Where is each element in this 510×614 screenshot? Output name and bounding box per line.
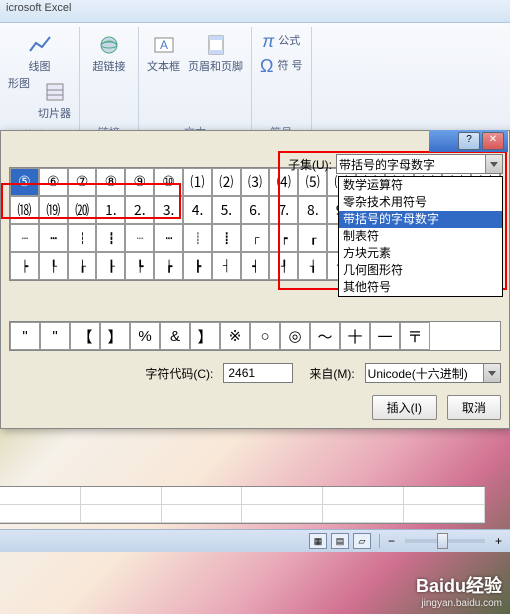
subset-listbox: 数学运算符 零杂技术用符号 带括号的字母数字 制表符 方块元素 几何图形符 其他… bbox=[338, 176, 503, 297]
from-label: 来自(M): bbox=[309, 365, 354, 382]
equation-button[interactable]: π公式 bbox=[258, 29, 304, 54]
recent-symbol-cell[interactable]: 十 bbox=[340, 322, 370, 350]
chevron-down-icon[interactable] bbox=[485, 155, 502, 173]
view-normal-icon[interactable]: ▦ bbox=[309, 533, 327, 549]
sparkline-line-button[interactable]: 线图 bbox=[22, 29, 58, 76]
symbol-cell[interactable]: ┝ bbox=[10, 252, 39, 280]
from-combo[interactable]: Unicode(十六进制) bbox=[365, 363, 501, 383]
symbol-cell[interactable]: ┈ bbox=[125, 224, 154, 252]
recent-symbol-cell[interactable]: ○ bbox=[250, 322, 280, 350]
worksheet[interactable] bbox=[0, 486, 485, 524]
symbol-button[interactable]: Ω符 号 bbox=[256, 54, 307, 79]
cancel-button[interactable]: 取消 bbox=[447, 395, 501, 420]
symbol-cell[interactable]: ⑴ bbox=[183, 168, 212, 196]
code-field[interactable]: 2461 bbox=[223, 363, 293, 383]
zoom-minus[interactable]: − bbox=[388, 534, 395, 548]
recent-symbol-cell[interactable]: " bbox=[10, 322, 40, 350]
symbol-cell[interactable]: ┊ bbox=[183, 224, 212, 252]
chevron-down-icon[interactable] bbox=[483, 364, 500, 382]
line-chart-icon bbox=[26, 31, 54, 59]
symbol-cell[interactable]: ⑵ bbox=[212, 168, 241, 196]
symbol-cell[interactable]: ⑶ bbox=[241, 168, 270, 196]
code-label: 字符代码(C): bbox=[145, 365, 213, 382]
status-bar: ▦ ▤ ▱ − + bbox=[0, 529, 510, 552]
subset-option[interactable]: 方块元素 bbox=[339, 245, 502, 262]
pi-icon: π bbox=[262, 31, 274, 52]
slicer-button[interactable]: 切片器 bbox=[34, 76, 75, 123]
subset-option[interactable]: 几何图形符 bbox=[339, 262, 502, 279]
symbol-cell[interactable]: ┢ bbox=[154, 252, 183, 280]
subset-label: 子集(U): bbox=[288, 156, 332, 173]
dialog-titlebar: ? ✕ bbox=[429, 130, 508, 152]
symbol-cell[interactable]: ┅ bbox=[39, 224, 68, 252]
zoom-slider[interactable] bbox=[405, 539, 485, 543]
slicer-icon bbox=[41, 78, 69, 106]
subset-option[interactable]: 其他符号 bbox=[339, 279, 502, 296]
omega-icon: Ω bbox=[260, 56, 273, 77]
symbol-cell[interactable]: ┋ bbox=[212, 224, 241, 252]
symbol-cell[interactable]: ┤ bbox=[212, 252, 241, 280]
header-footer-button[interactable]: 页眉和页脚 bbox=[184, 29, 247, 76]
textbox-icon: A bbox=[150, 31, 178, 59]
subset-combo[interactable]: 带括号的字母数字 bbox=[336, 154, 503, 174]
subset-option[interactable]: 带括号的字母数字 bbox=[339, 211, 502, 228]
help-button[interactable]: ? bbox=[458, 132, 480, 150]
recent-symbol-cell[interactable]: ◎ bbox=[280, 322, 310, 350]
zoom-plus[interactable]: + bbox=[495, 534, 502, 548]
recent-symbol-cell[interactable]: 】 bbox=[100, 322, 130, 350]
hyperlink-icon bbox=[95, 31, 123, 59]
header-footer-icon bbox=[202, 31, 230, 59]
symbol-cell[interactable]: ┄ bbox=[10, 224, 39, 252]
watermark: Baidu经验 jingyan.baidu.com bbox=[416, 572, 502, 609]
recent-symbol-cell[interactable]: & bbox=[160, 322, 190, 350]
annotation-circled bbox=[1, 183, 181, 219]
recent-symbol-cell[interactable]: ～ bbox=[310, 322, 340, 350]
sparkline-bar-button[interactable]: 形图 bbox=[4, 76, 34, 123]
symbol-cell[interactable]: ┡ bbox=[125, 252, 154, 280]
symbol-cell[interactable]: ⒍ bbox=[241, 196, 270, 224]
symbol-cell[interactable]: ⒋ bbox=[183, 196, 212, 224]
ribbon: 线图 形图 切片器 筛选器 超链接 链接 A文本框 页眉和页脚 文本 π公式 Ω… bbox=[0, 23, 510, 147]
symbol-cell[interactable]: ┌ bbox=[241, 224, 270, 252]
app-titlebar: icrosoft Excel bbox=[0, 0, 510, 23]
hyperlink-button[interactable]: 超链接 bbox=[89, 29, 130, 76]
symbol-cell[interactable]: ┆ bbox=[68, 224, 97, 252]
symbol-cell[interactable]: ┥ bbox=[241, 252, 270, 280]
symbol-cell[interactable]: ┞ bbox=[39, 252, 68, 280]
symbol-cell[interactable]: ┉ bbox=[154, 224, 183, 252]
symbol-cell[interactable]: ┣ bbox=[183, 252, 212, 280]
symbol-cell[interactable]: ┟ bbox=[68, 252, 97, 280]
recent-symbol-cell[interactable]: % bbox=[130, 322, 160, 350]
symbol-cell[interactable]: ┠ bbox=[96, 252, 125, 280]
recent-symbols-row: ""【】%&】※○◎～十一〒 bbox=[9, 321, 501, 351]
subset-option[interactable]: 制表符 bbox=[339, 228, 502, 245]
recent-symbol-cell[interactable]: ※ bbox=[220, 322, 250, 350]
view-break-icon[interactable]: ▱ bbox=[353, 533, 371, 549]
textbox-button[interactable]: A文本框 bbox=[143, 29, 184, 76]
symbol-dialog: 子集(U): 带括号的字母数字 数学运算符 零杂技术用符号 带括号的字母数字 制… bbox=[0, 130, 510, 429]
symbol-cell[interactable]: ┇ bbox=[96, 224, 125, 252]
recent-symbol-cell[interactable]: " bbox=[40, 322, 70, 350]
recent-symbol-cell[interactable]: 一 bbox=[370, 322, 400, 350]
insert-button[interactable]: 插入(I) bbox=[372, 395, 437, 420]
symbol-cell[interactable]: ⒌ bbox=[212, 196, 241, 224]
close-button[interactable]: ✕ bbox=[482, 132, 504, 150]
recent-symbol-cell[interactable]: 〒 bbox=[400, 322, 430, 350]
view-layout-icon[interactable]: ▤ bbox=[331, 533, 349, 549]
recent-symbol-cell[interactable]: 】 bbox=[190, 322, 220, 350]
recent-symbol-cell[interactable]: 【 bbox=[70, 322, 100, 350]
svg-text:A: A bbox=[159, 38, 167, 52]
subset-option[interactable]: 零杂技术用符号 bbox=[339, 194, 502, 211]
subset-option[interactable]: 数学运算符 bbox=[339, 177, 502, 194]
